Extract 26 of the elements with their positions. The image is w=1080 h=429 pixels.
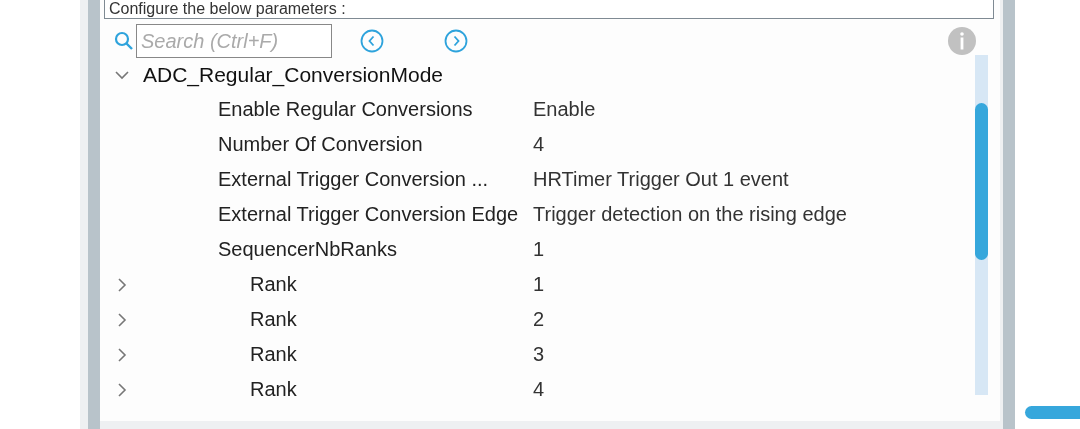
next-icon[interactable] bbox=[444, 29, 468, 53]
parameter-name: Enable Regular Conversions bbox=[218, 98, 474, 121]
parameter-value[interactable]: Enable bbox=[533, 98, 596, 121]
parameter-name: Number Of Conversion bbox=[218, 133, 424, 156]
parameter-value[interactable]: 1 bbox=[533, 273, 545, 296]
parameter-name: SequencerNbRanks bbox=[218, 238, 398, 261]
search-icon[interactable] bbox=[114, 31, 134, 51]
scrollbar[interactable] bbox=[975, 55, 988, 395]
parameter-value[interactable]: HRTimer Trigger Out 1 event bbox=[533, 168, 789, 191]
parameter-value[interactable]: 3 bbox=[533, 343, 545, 366]
parameter-value[interactable]: 4 bbox=[533, 133, 545, 156]
parameter-value[interactable]: Trigger detection on the rising edge bbox=[533, 203, 847, 226]
parameter-name: External Trigger Conversion Edge bbox=[218, 203, 520, 226]
previous-icon[interactable] bbox=[360, 29, 384, 53]
parameter-name: External Trigger Conversion ... bbox=[218, 168, 490, 191]
parameter-name: Rank bbox=[249, 273, 298, 296]
search-field[interactable]: Search (Ctrl+F) bbox=[136, 24, 332, 58]
group-label[interactable]: ADC_Regular_ConversionMode bbox=[143, 62, 443, 87]
parameter-value[interactable]: 1 bbox=[533, 238, 545, 261]
parameter-value[interactable]: 2 bbox=[533, 308, 545, 331]
parameter-name: Rank bbox=[249, 343, 298, 366]
parameter-name: Rank bbox=[249, 378, 298, 401]
parameter-name: Rank bbox=[249, 308, 298, 331]
description-text: Configure the below parameters : bbox=[104, 0, 994, 19]
info-icon[interactable] bbox=[948, 27, 976, 55]
parameter-value[interactable]: 4 bbox=[533, 378, 545, 401]
